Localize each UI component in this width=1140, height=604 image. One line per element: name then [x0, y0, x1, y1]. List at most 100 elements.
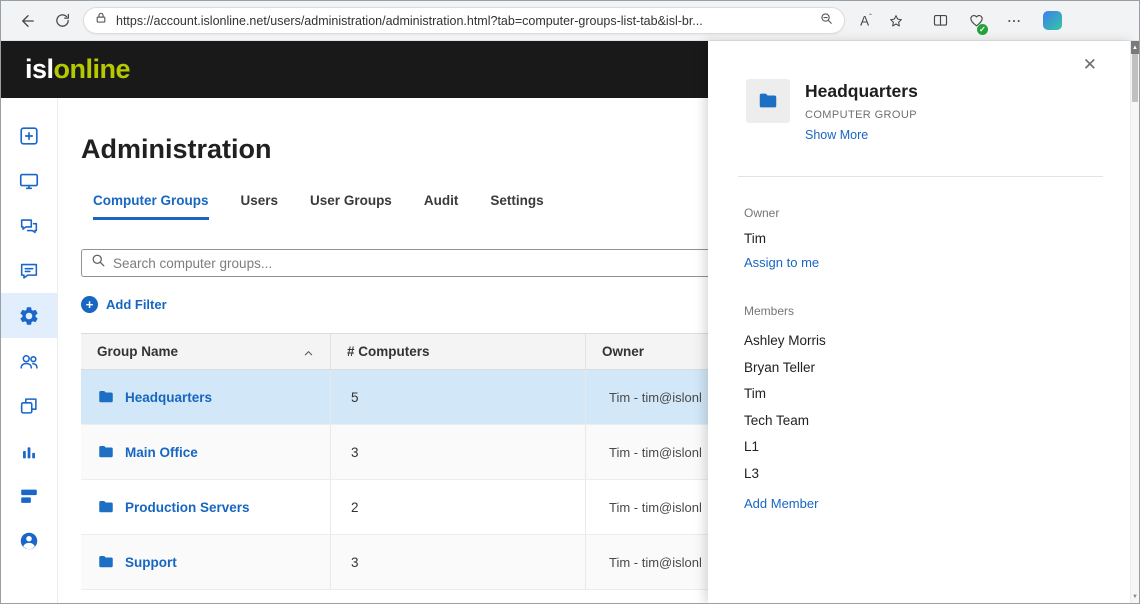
address-bar[interactable]: https://account.islonline.net/users/admi…	[83, 7, 845, 34]
users-icon	[18, 350, 40, 372]
computers-icon	[18, 170, 40, 192]
member-item: Bryan Teller	[744, 355, 1093, 382]
sidebar-item-users[interactable]	[1, 338, 57, 383]
member-item: Tim	[744, 381, 1093, 408]
group-detail-panel: ✕ Headquarters COMPUTER GROUP Show More …	[708, 41, 1133, 603]
refresh-icon[interactable]	[45, 5, 79, 37]
add-filter-label: Add Filter	[106, 297, 167, 312]
members-list: Ashley Morris Bryan Teller Tim Tech Team…	[744, 328, 1093, 487]
table-row[interactable]: Main Office 3 Tim - tim@islonl	[81, 425, 776, 480]
close-icon[interactable]: ✕	[1083, 55, 1097, 75]
panel-header: Headquarters COMPUTER GROUP Show More	[746, 79, 1093, 142]
copilot-sidebar-icon[interactable]	[1037, 5, 1067, 37]
owner-name: Tim	[744, 231, 1093, 246]
more-menu-icon[interactable]	[999, 5, 1029, 37]
back-icon[interactable]	[11, 5, 45, 37]
scrollbar-thumb[interactable]	[1132, 54, 1138, 102]
table-header: Group Name # Computers Owner	[81, 333, 776, 370]
search-input[interactable]	[113, 256, 766, 271]
sidebar-item-computers[interactable]	[1, 158, 57, 203]
browser-essentials-icon[interactable]: ✓	[961, 5, 991, 37]
scroll-down-arrow[interactable]: ▼	[1131, 590, 1139, 603]
sidebar-item-add[interactable]	[1, 113, 57, 158]
page-title: Administration	[81, 134, 272, 165]
column-group-name[interactable]: Group Name	[81, 334, 331, 369]
group-avatar	[746, 79, 790, 123]
panel-divider	[738, 176, 1103, 177]
show-more-link[interactable]: Show More	[805, 128, 918, 142]
zoom-icon[interactable]	[819, 11, 834, 31]
group-name-link[interactable]: Production Servers	[125, 500, 250, 515]
folder-icon	[97, 443, 115, 461]
chats-icon	[18, 215, 40, 237]
sidebar-item-sessions[interactable]	[1, 383, 57, 428]
tab-bar: Computer Groups Users User Groups Audit …	[93, 193, 544, 220]
page-scrollbar[interactable]: ▲ ▼	[1130, 41, 1139, 603]
computers-count: 3	[331, 425, 586, 479]
group-name-link[interactable]: Support	[125, 555, 177, 570]
toolbar-actions: Aˆ ✓	[851, 5, 1067, 37]
column-computers[interactable]: # Computers	[331, 334, 586, 369]
table-row[interactable]: Support 3 Tim - tim@islonl	[81, 535, 776, 590]
sidebar-item-reports[interactable]	[1, 428, 57, 473]
tab-settings[interactable]: Settings	[490, 193, 543, 220]
members-label: Members	[744, 304, 1093, 318]
favorites-star-icon[interactable]	[881, 5, 911, 37]
reports-icon	[18, 440, 40, 462]
group-name-link[interactable]: Headquarters	[125, 390, 212, 405]
app-header: islonline	[1, 41, 708, 98]
sidebar-item-chat[interactable]	[1, 248, 57, 293]
app-sidebar	[1, 98, 58, 603]
member-item: L3	[744, 461, 1093, 488]
search-box[interactable]	[81, 249, 776, 277]
settings-gear-icon	[18, 305, 40, 327]
computers-count: 3	[331, 535, 586, 589]
sidebar-item-account[interactable]	[1, 518, 57, 563]
folder-icon	[757, 90, 779, 112]
sessions-icon	[18, 395, 40, 417]
browser-toolbar: https://account.islonline.net/users/admi…	[1, 1, 1139, 41]
add-filter-button[interactable]: + Add Filter	[81, 296, 167, 313]
url-text[interactable]: https://account.islonline.net/users/admi…	[116, 14, 811, 28]
group-name-link[interactable]: Main Office	[125, 445, 198, 460]
computers-count: 2	[331, 480, 586, 534]
search-icon	[91, 253, 106, 273]
folder-icon	[97, 498, 115, 516]
panel-type-label: COMPUTER GROUP	[805, 109, 918, 121]
sidebar-item-chats[interactable]	[1, 203, 57, 248]
sort-asc-icon[interactable]	[303, 347, 314, 362]
browser-window: https://account.islonline.net/users/admi…	[0, 0, 1140, 604]
computers-count: 5	[331, 370, 586, 424]
split-screen-icon[interactable]	[925, 5, 955, 37]
member-item: Ashley Morris	[744, 328, 1093, 355]
tab-audit[interactable]: Audit	[424, 193, 459, 220]
sidebar-item-settings[interactable]	[1, 293, 57, 338]
logo-isl: isl	[25, 54, 54, 84]
main-content: Administration Computer Groups Users Use…	[58, 98, 758, 603]
scroll-up-arrow[interactable]: ▲	[1131, 41, 1139, 54]
tab-computer-groups[interactable]: Computer Groups	[93, 193, 209, 220]
read-aloud-icon[interactable]: Aˆ	[851, 5, 881, 37]
owner-label: Owner	[744, 206, 1093, 220]
panel-title: Headquarters	[805, 81, 918, 102]
assign-to-me-link[interactable]: Assign to me	[744, 255, 1093, 270]
table-row[interactable]: Production Servers 2 Tim - tim@islonl	[81, 480, 776, 535]
add-icon	[18, 125, 40, 147]
islonline-logo[interactable]: islonline	[25, 54, 130, 85]
member-item: Tech Team	[744, 408, 1093, 435]
modules-icon	[18, 485, 40, 507]
logo-online: online	[54, 54, 131, 84]
lock-icon[interactable]	[94, 11, 108, 30]
table-row[interactable]: Headquarters 5 Tim - tim@islonl	[81, 370, 776, 425]
essentials-ok-badge: ✓	[977, 24, 988, 35]
account-icon	[18, 530, 40, 552]
tab-user-groups[interactable]: User Groups	[310, 193, 392, 220]
chat-icon	[18, 260, 40, 282]
add-member-link[interactable]: Add Member	[744, 496, 1093, 511]
member-item: L1	[744, 434, 1093, 461]
computer-groups-table: Group Name # Computers Owner Headquarter…	[81, 333, 776, 590]
tab-users[interactable]: Users	[241, 193, 279, 220]
plus-circle-icon: +	[81, 296, 98, 313]
folder-icon	[97, 388, 115, 406]
sidebar-item-modules[interactable]	[1, 473, 57, 518]
